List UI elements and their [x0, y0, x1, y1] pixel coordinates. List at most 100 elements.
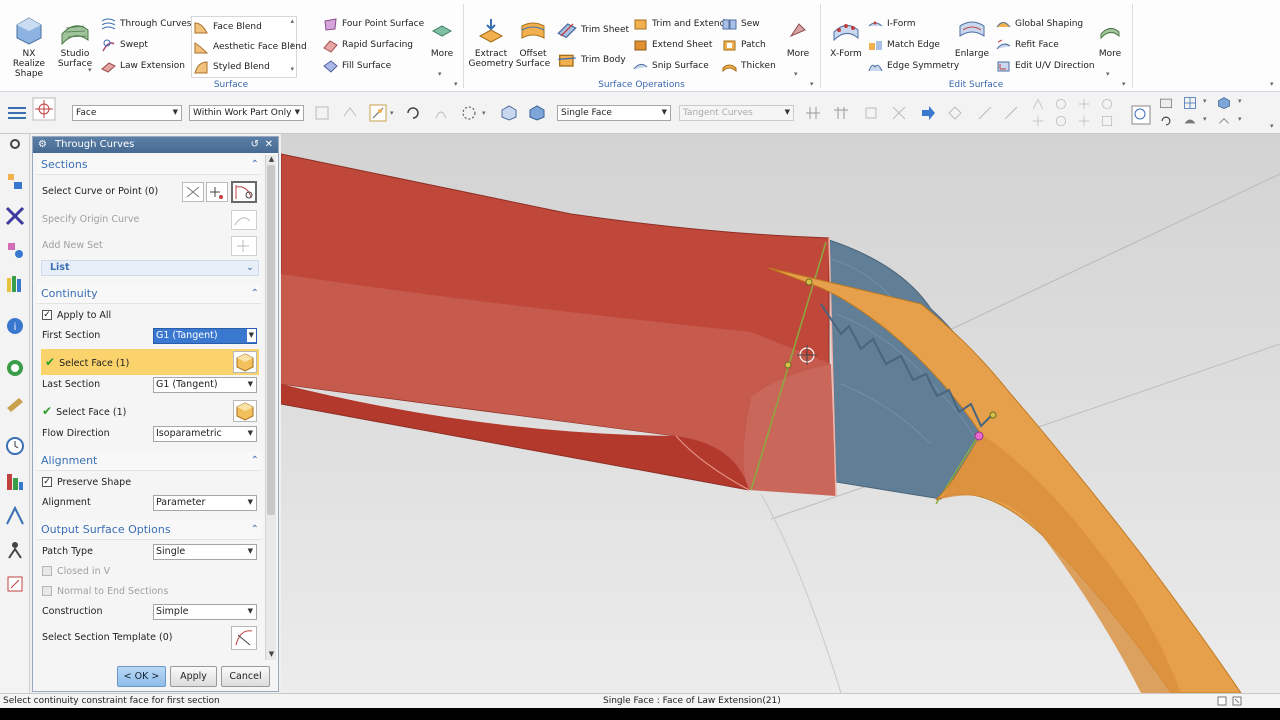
section-template-button[interactable] — [231, 626, 257, 650]
sections-group-header[interactable]: Sections ⌃ — [37, 155, 261, 175]
thicken-button[interactable]: Thicken — [722, 57, 776, 75]
continuity-group-header[interactable]: Continuity ⌃ — [37, 284, 261, 304]
quadrant-point-icon[interactable] — [1053, 114, 1069, 128]
ribbon-options-icon[interactable]: ▾ — [1270, 80, 1274, 88]
studio-surface-button[interactable]: Studio Surface — [52, 16, 98, 69]
four-point-surface-button[interactable]: Four Point Surface — [323, 15, 424, 33]
bodies-icon[interactable] — [890, 104, 908, 122]
preserve-shape-row[interactable]: ✓ Preserve Shape — [42, 472, 258, 494]
arrow-right-icon[interactable] — [919, 104, 937, 122]
scroll-down-icon[interactable]: ▼ — [266, 650, 277, 660]
menu-icon[interactable] — [6, 103, 28, 123]
styled-blend-button[interactable]: Styled Blend — [194, 58, 270, 76]
existing-point-icon[interactable] — [1076, 114, 1092, 128]
scrollbar-thumb[interactable] — [267, 165, 275, 515]
trim-body-button[interactable]: Trim Body — [557, 51, 626, 69]
law-extension-button[interactable]: Law Extension — [101, 57, 185, 75]
apply-to-all-row[interactable]: ✓ Apply to All — [42, 305, 258, 327]
face-rule-select[interactable]: Single Face ▼ — [557, 105, 671, 121]
construction-select[interactable]: Simple ▼ — [153, 604, 257, 620]
edit-uv-direction-button[interactable]: Edit U/V Direction — [996, 57, 1095, 75]
chevron-down-icon[interactable]: ▾ — [1238, 97, 1242, 105]
hd3d-tools-icon[interactable]: i — [5, 316, 25, 336]
refit-face-button[interactable]: Refit Face — [996, 36, 1059, 54]
intersection-point-icon[interactable] — [1099, 97, 1115, 111]
background-icon[interactable] — [1182, 114, 1198, 128]
output-surface-group-header[interactable]: Output Surface Options ⌃ — [37, 520, 261, 540]
group-expand-icon[interactable]: ▾ — [454, 80, 458, 88]
reuse-library-icon[interactable] — [5, 274, 25, 294]
gallery-expand-icon[interactable]: ▾ — [290, 65, 294, 73]
section-point[interactable] — [784, 361, 792, 369]
fit-view-icon[interactable] — [1130, 104, 1152, 126]
gallery-down-icon[interactable]: ▾ — [290, 41, 294, 49]
constraint-navigator-icon[interactable] — [5, 240, 25, 260]
face-blend-button[interactable]: Face Blend — [194, 18, 262, 36]
chevron-down-icon[interactable]: ▾ — [438, 70, 442, 78]
last-section-select[interactable]: G1 (Tangent) ▼ — [153, 377, 257, 393]
type-filter-select[interactable]: Face ▼ — [72, 105, 182, 121]
feature-curves-icon[interactable] — [862, 104, 880, 122]
chevron-up-icon[interactable]: ⌃ — [251, 520, 259, 540]
assembly-navigator-icon[interactable] — [5, 206, 25, 226]
rotate-icon[interactable] — [404, 104, 422, 122]
toolbar-options-icon[interactable]: ▾ — [1270, 122, 1274, 130]
extend-sheet-button[interactable]: Extend Sheet — [633, 36, 712, 54]
chevron-down-icon[interactable]: ▾ — [794, 70, 798, 78]
process-studio-icon[interactable] — [5, 472, 25, 492]
status-fullscreen-icon[interactable] — [1232, 696, 1242, 706]
list-expander[interactable]: List ⌄ — [41, 260, 259, 276]
scroll-up-icon[interactable]: ▲ — [266, 155, 277, 165]
extract-geometry-button[interactable]: Extract Geometry — [468, 16, 514, 69]
apply-to-all-checkbox[interactable]: ✓ — [42, 309, 52, 320]
history-icon[interactable] — [5, 394, 25, 414]
fill-surface-button[interactable]: Fill Surface — [323, 57, 391, 75]
follow-fillet-icon[interactable] — [832, 104, 850, 122]
arc-center-icon[interactable] — [1030, 114, 1046, 128]
trim-and-extend-button[interactable]: Trim and Extend — [633, 15, 725, 33]
refresh-icon[interactable] — [1158, 114, 1174, 128]
offset-surface-button[interactable]: Offset Surface — [510, 16, 556, 69]
select-body-icon[interactable] — [313, 104, 331, 122]
pan-icon[interactable] — [432, 104, 450, 122]
part-navigator-icon[interactable] — [5, 172, 25, 192]
close-icon[interactable]: ✕ — [265, 137, 273, 153]
control-point-icon[interactable] — [1076, 97, 1092, 111]
group-expand-icon[interactable]: ▾ — [1122, 80, 1126, 88]
last-face-select-button[interactable] — [233, 400, 257, 422]
point-dialog-button[interactable] — [206, 182, 228, 202]
system-scenes-icon[interactable] — [5, 574, 25, 594]
preserve-shape-checkbox[interactable]: ✓ — [42, 476, 52, 487]
surface-ops-more-button[interactable]: More — [775, 16, 821, 59]
tangent-line-icon[interactable] — [1002, 104, 1020, 122]
snap-point-icon[interactable] — [369, 104, 387, 122]
chevron-down-icon[interactable]: ▾ — [1106, 70, 1110, 78]
chevron-up-icon[interactable]: ⌃ — [251, 451, 259, 471]
dialog-scrollbar[interactable]: ▲ ▼ — [265, 155, 276, 660]
selection-marker[interactable] — [974, 431, 984, 441]
rapid-surfacing-button[interactable]: Rapid Surfacing — [323, 36, 413, 54]
section-point[interactable] — [989, 411, 997, 419]
edge-symmetry-button[interactable]: Edge Symmetry — [868, 57, 959, 75]
snip-surface-button[interactable]: Snip Surface — [633, 57, 709, 75]
gear-icon[interactable]: ⚙ — [38, 137, 47, 153]
global-shaping-button[interactable]: Global Shaping — [996, 15, 1083, 33]
cancel-button[interactable]: Cancel — [221, 666, 270, 687]
camera-icon[interactable] — [1158, 96, 1174, 110]
first-face-select-button[interactable] — [233, 351, 257, 373]
patch-button[interactable]: Patch — [722, 36, 766, 54]
match-edge-button[interactable]: Match Edge — [868, 36, 940, 54]
work-layer-icon[interactable] — [1216, 114, 1232, 128]
render-style-icon[interactable] — [1216, 96, 1232, 110]
curve-rule-button[interactable] — [182, 182, 204, 202]
lasso-icon[interactable] — [460, 104, 478, 122]
edit-surface-more-button[interactable]: More — [1087, 16, 1133, 59]
stop-at-intersection-icon[interactable] — [804, 104, 822, 122]
x-form-button[interactable]: X-Form — [823, 16, 869, 59]
roles-icon[interactable] — [5, 540, 25, 560]
gallery-up-icon[interactable]: ▴ — [290, 17, 294, 25]
alignment-select[interactable]: Parameter ▼ — [153, 495, 257, 511]
clock-icon[interactable] — [5, 436, 25, 456]
last-face-select-row[interactable]: ✔ Select Face (1) — [42, 398, 258, 424]
snap-grid-icon[interactable] — [946, 104, 964, 122]
